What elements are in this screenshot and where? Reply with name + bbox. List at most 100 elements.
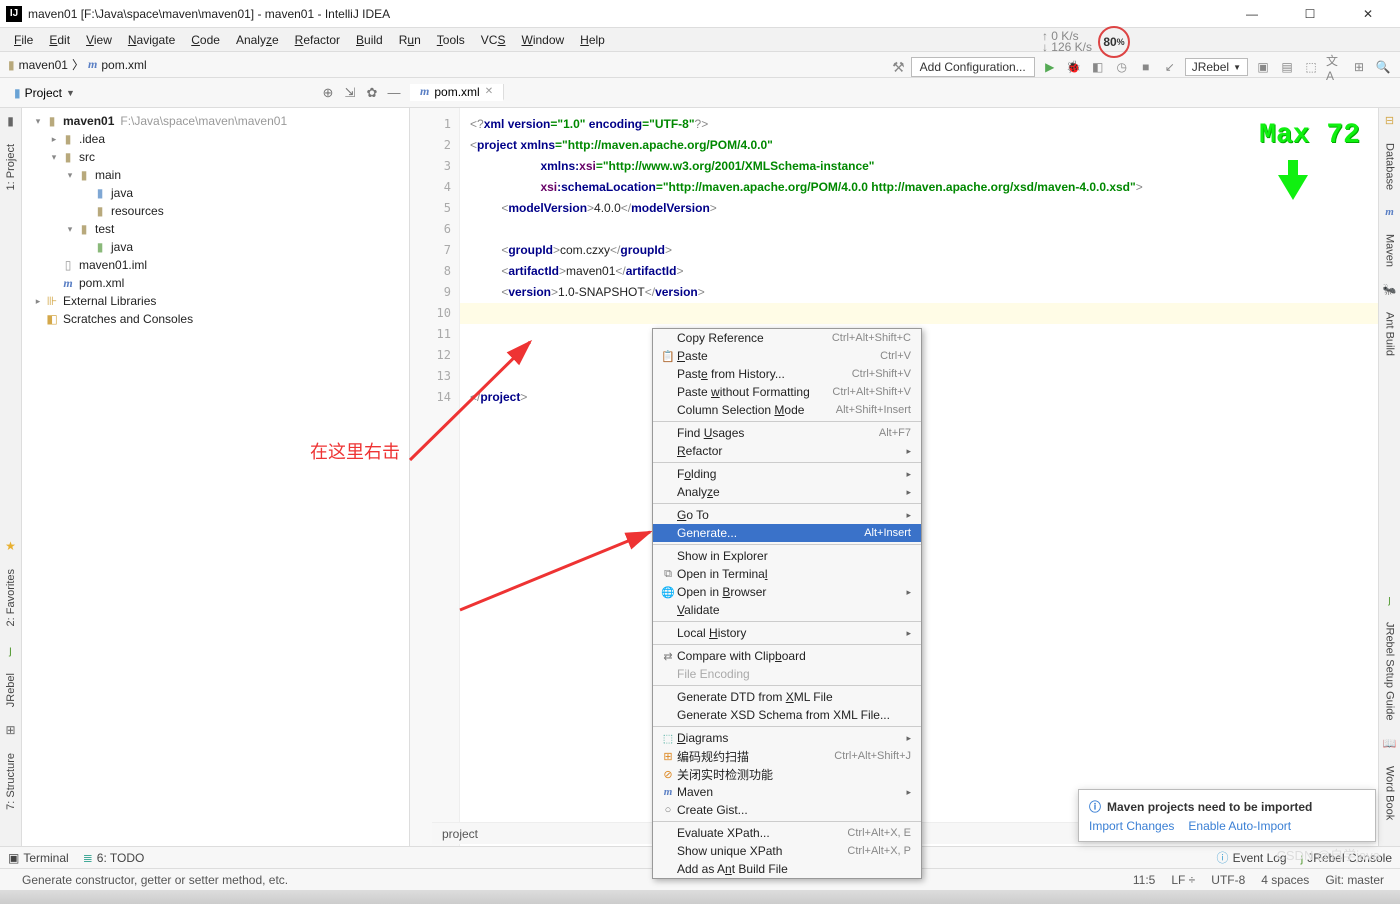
ctx-paste-history[interactable]: Paste from History...Ctrl+Shift+V xyxy=(653,365,921,383)
ctx-paste-noformat[interactable]: Paste without FormattingCtrl+Alt+Shift+V xyxy=(653,383,921,401)
status-pos[interactable]: 11:5 xyxy=(1125,873,1163,887)
menu-tools[interactable]: Tools xyxy=(431,31,471,49)
tab-maven[interactable]: Maven xyxy=(1382,230,1398,271)
minimize-button[interactable]: — xyxy=(1232,7,1272,21)
ctx-find-usages[interactable]: Find UsagesAlt+F7 xyxy=(653,424,921,442)
add-configuration-button[interactable]: Add Configuration... xyxy=(911,57,1035,77)
ctx-local-history[interactable]: Local History▸ xyxy=(653,624,921,642)
ctx-analyze[interactable]: Analyze▸ xyxy=(653,483,921,501)
status-enc[interactable]: UTF-8 xyxy=(1203,873,1253,887)
tab-eventlog[interactable]: ⓘEvent Log xyxy=(1217,849,1287,866)
ctx-maven[interactable]: mMaven▸ xyxy=(653,783,921,801)
menu-refactor[interactable]: Refactor xyxy=(289,31,346,49)
structure-icon[interactable]: ⊞ xyxy=(1350,58,1368,76)
stop-icon[interactable]: ■ xyxy=(1137,58,1155,76)
translate-icon[interactable]: 文A xyxy=(1326,58,1344,76)
tab-jrebel-setup[interactable]: JRebel Setup Guide xyxy=(1382,618,1398,724)
tree-root[interactable]: ▾▮maven01F:\Java\space\maven\maven01 xyxy=(22,112,409,130)
tool1-icon[interactable]: ▣ xyxy=(1254,58,1272,76)
ctx-show-xpath[interactable]: Show unique XPathCtrl+Alt+X, P xyxy=(653,842,921,860)
ctx-copy-reference[interactable]: Copy ReferenceCtrl+Alt+Shift+C xyxy=(653,329,921,347)
ctx-goto[interactable]: Go To▸ xyxy=(653,506,921,524)
close-tab-icon[interactable]: ✕ xyxy=(485,86,493,97)
ctx-paste[interactable]: 📋PasteCtrl+V xyxy=(653,347,921,365)
tree-src[interactable]: ▾▮src xyxy=(22,148,409,166)
link-enable-autoimport[interactable]: Enable Auto-Import xyxy=(1188,819,1291,833)
ctx-generate-dtd[interactable]: Generate DTD from XML File xyxy=(653,688,921,706)
tab-wordbook[interactable]: Word Book xyxy=(1382,762,1398,824)
tab-antbuild[interactable]: Ant Build xyxy=(1382,308,1398,360)
menu-navigate[interactable]: Navigate xyxy=(122,31,181,49)
menu-file[interactable]: File xyxy=(8,31,39,49)
tree-java1[interactable]: ▮java xyxy=(22,184,409,202)
tree-scratches[interactable]: ◧Scratches and Consoles xyxy=(22,310,409,328)
ctx-add-ant[interactable]: Add as Ant Build File xyxy=(653,860,921,878)
ctx-diagrams[interactable]: ⬚Diagrams▸ xyxy=(653,729,921,747)
menu-run[interactable]: Run xyxy=(393,31,427,49)
ctx-generate[interactable]: Generate...Alt+Insert xyxy=(653,524,921,542)
search-icon[interactable]: 🔍 xyxy=(1374,58,1392,76)
editor-tab-pom[interactable]: m pom.xml ✕ xyxy=(410,84,504,101)
profile-icon[interactable]: ◷ xyxy=(1113,58,1131,76)
locate-icon[interactable]: ⊕ xyxy=(320,85,336,101)
debug-icon[interactable]: 🐞 xyxy=(1065,58,1083,76)
vcs-icon[interactable]: ↙ xyxy=(1161,58,1179,76)
ctx-show-explorer[interactable]: Show in Explorer xyxy=(653,547,921,565)
ctx-open-terminal[interactable]: ⧉Open in Terminal xyxy=(653,565,921,583)
tab-jrebel-console[interactable]: ȷJRebel Console xyxy=(1301,851,1392,865)
tab-structure[interactable]: 7: Structure xyxy=(3,749,19,814)
tree-idea[interactable]: ▸▮.idea xyxy=(22,130,409,148)
tree-pom[interactable]: mpom.xml xyxy=(22,274,409,292)
ctx-eval-xpath[interactable]: Evaluate XPath...Ctrl+Alt+X, E xyxy=(653,824,921,842)
breadcrumb-file[interactable]: mpom.xml xyxy=(88,57,147,72)
menu-help[interactable]: Help xyxy=(574,31,611,49)
status-indent[interactable]: 4 spaces xyxy=(1253,873,1317,887)
run-icon[interactable]: ▶ xyxy=(1041,58,1059,76)
menu-code[interactable]: Code xyxy=(185,31,226,49)
close-button[interactable]: ✕ xyxy=(1348,7,1388,21)
breadcrumb-project[interactable]: ▮maven01 xyxy=(8,58,68,72)
status-git[interactable]: Git: master xyxy=(1317,873,1392,887)
tab-project[interactable]: 1: Project xyxy=(3,140,19,194)
link-import-changes[interactable]: Import Changes xyxy=(1089,819,1174,833)
settings-icon[interactable]: ✿ xyxy=(364,85,380,101)
tree-iml[interactable]: ▯maven01.iml xyxy=(22,256,409,274)
hide-icon[interactable]: — xyxy=(386,85,402,101)
ctx-refactor[interactable]: Refactor▸ xyxy=(653,442,921,460)
collapse-icon[interactable]: ⇲ xyxy=(342,85,358,101)
ctx-folding[interactable]: Folding▸ xyxy=(653,465,921,483)
build-icon[interactable]: ⚒ xyxy=(892,59,905,76)
ctx-generate-xsd[interactable]: Generate XSD Schema from XML File... xyxy=(653,706,921,724)
ctx-column-select[interactable]: Column Selection ModeAlt+Shift+Insert xyxy=(653,401,921,419)
jrebel-select[interactable]: JRebel▼ xyxy=(1185,58,1248,76)
tab-database[interactable]: Database xyxy=(1382,139,1398,194)
tree-external[interactable]: ▸⊪External Libraries xyxy=(22,292,409,310)
ctx-create-gist[interactable]: ○Create Gist... xyxy=(653,801,921,819)
tree-main[interactable]: ▾▮main xyxy=(22,166,409,184)
project-view-select[interactable]: ▮ Project ▼ xyxy=(8,85,81,101)
menu-edit[interactable]: Edit xyxy=(43,31,76,49)
tool3-icon[interactable]: ⬚ xyxy=(1302,58,1320,76)
ctx-validate[interactable]: Validate xyxy=(653,601,921,619)
ctx-scan-rules[interactable]: ⊞编码规约扫描Ctrl+Alt+Shift+J xyxy=(653,747,921,765)
tab-jrebel[interactable]: JRebel xyxy=(3,669,19,711)
ctx-open-browser[interactable]: 🌐Open in Browser▸ xyxy=(653,583,921,601)
maximize-button[interactable]: ☐ xyxy=(1290,7,1330,21)
menu-view[interactable]: View xyxy=(80,31,118,49)
tab-terminal[interactable]: ▣Terminal xyxy=(8,851,69,865)
tab-todo[interactable]: ≣6: TODO xyxy=(83,851,145,865)
tree-java2[interactable]: ▮java xyxy=(22,238,409,256)
ctx-compare-clipboard[interactable]: ⇄Compare with Clipboard xyxy=(653,647,921,665)
coverage-icon[interactable]: ◧ xyxy=(1089,58,1107,76)
status-le[interactable]: LF ÷ xyxy=(1163,873,1203,887)
tree-resources[interactable]: ▮resources xyxy=(22,202,409,220)
tab-favorites[interactable]: 2: Favorites xyxy=(3,565,19,630)
menu-build[interactable]: Build xyxy=(350,31,389,49)
menu-vcs[interactable]: VCS xyxy=(475,31,512,49)
menu-analyze[interactable]: Analyze xyxy=(230,31,285,49)
tree-test[interactable]: ▾▮test xyxy=(22,220,409,238)
code-area[interactable]: <?xml version="1.0" encoding="UTF-8"?> <… xyxy=(460,108,1400,846)
tool2-icon[interactable]: ▤ xyxy=(1278,58,1296,76)
menu-window[interactable]: Window xyxy=(515,31,570,49)
ctx-close-realtime[interactable]: ⊘关闭实时检测功能 xyxy=(653,765,921,783)
